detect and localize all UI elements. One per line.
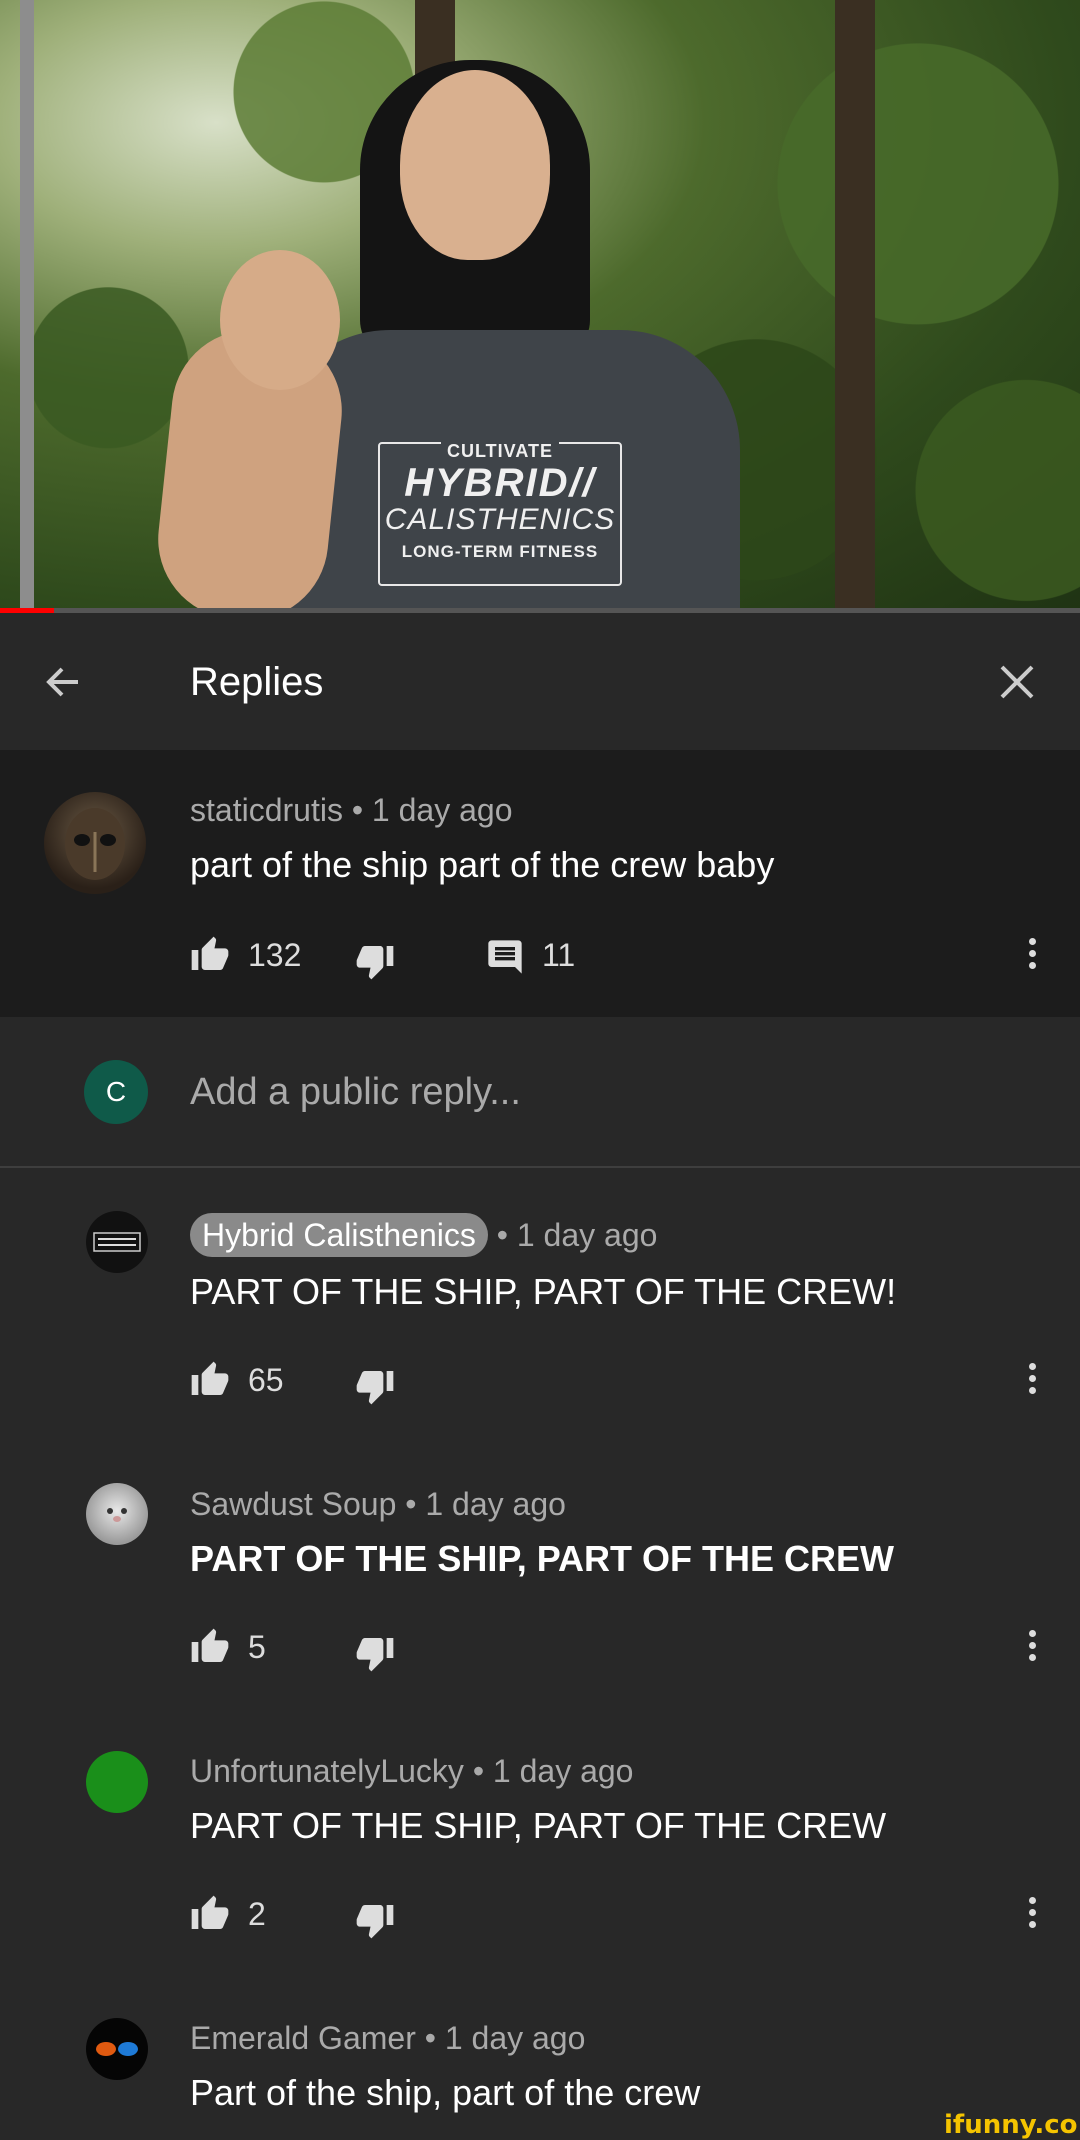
creator-badge[interactable]: Hybrid Calisthenics bbox=[190, 1213, 488, 1257]
thumbs-up-icon bbox=[191, 1628, 229, 1662]
close-icon bbox=[1000, 665, 1034, 699]
avatar[interactable] bbox=[44, 792, 146, 894]
thumbs-down-icon bbox=[356, 1638, 394, 1672]
like-count: 65 bbox=[248, 1362, 284, 1398]
dot bbox=[1028, 950, 1036, 957]
dot bbox=[1028, 1363, 1036, 1370]
thumbs-up-icon bbox=[191, 1895, 229, 1929]
thumbs-up-icon bbox=[191, 1361, 229, 1395]
like-button[interactable] bbox=[190, 1627, 230, 1672]
like-button[interactable] bbox=[190, 935, 230, 980]
arrow-left-icon bbox=[46, 667, 78, 697]
separator-dot: • bbox=[424, 2020, 445, 2056]
like-count: 5 bbox=[248, 1629, 266, 1665]
comment-text: part of the ship part of the crew baby bbox=[190, 844, 775, 885]
comment-text: PART OF THE SHIP, PART OF THE CREW bbox=[190, 1805, 887, 1846]
comment-text: Part of the ship, part of the crew bbox=[190, 2072, 701, 2113]
thumbs-down-icon bbox=[356, 1905, 394, 1939]
more-options-button[interactable] bbox=[1022, 1625, 1042, 1669]
thumbs-down-icon bbox=[356, 946, 394, 980]
tree-trunk bbox=[835, 0, 875, 613]
separator-dot: • bbox=[472, 1753, 493, 1789]
watermark: ifunny.co bbox=[944, 2110, 1078, 2140]
comment-meta: staticdrutis • 1 day ago bbox=[190, 790, 512, 830]
comment-author[interactable]: UnfortunatelyLucky bbox=[190, 1753, 464, 1789]
comment-time: 1 day ago bbox=[492, 1753, 634, 1789]
video-player[interactable]: CULTIVATE HYBRID// CALISTHENICS LONG-TER… bbox=[0, 0, 1080, 613]
shirt-text-line1: CULTIVATE bbox=[441, 441, 559, 462]
reply-input[interactable]: Add a public reply... bbox=[190, 1070, 521, 1114]
separator-dot: • bbox=[351, 792, 372, 828]
comment-actions: 65 bbox=[190, 1358, 590, 1405]
comment-text: PART OF THE SHIP, PART OF THE CREW bbox=[190, 1538, 895, 1579]
more-options-button[interactable] bbox=[1022, 1892, 1042, 1936]
thumbs-down-icon bbox=[356, 1371, 394, 1405]
like-count: 132 bbox=[248, 937, 302, 973]
comment-actions: 5 bbox=[190, 1625, 590, 1672]
dot bbox=[1028, 1642, 1036, 1649]
dot bbox=[1028, 938, 1036, 945]
page-title: Replies bbox=[190, 660, 324, 704]
lamp-post bbox=[20, 0, 34, 613]
comment-meta: Sawdust Soup • 1 day ago bbox=[190, 1484, 566, 1524]
add-reply-row[interactable]: C Add a public reply... bbox=[0, 1017, 1080, 1167]
avatar[interactable] bbox=[86, 1483, 148, 1545]
comment-time: 1 day ago bbox=[516, 1217, 658, 1253]
hybrid-logo-icon bbox=[93, 1232, 141, 1252]
reply-button[interactable] bbox=[485, 937, 525, 982]
comment-meta: Hybrid Calisthenics • 1 day ago bbox=[190, 1213, 657, 1257]
avatar[interactable] bbox=[86, 1751, 148, 1813]
user-avatar: C bbox=[84, 1060, 148, 1124]
divider bbox=[0, 1166, 1080, 1168]
shirt-logo: CULTIVATE HYBRID// CALISTHENICS LONG-TER… bbox=[378, 441, 622, 586]
comment-meta: Emerald Gamer • 1 day ago bbox=[190, 2018, 585, 2058]
comment-time: 1 day ago bbox=[425, 1486, 566, 1522]
comment-meta: UnfortunatelyLucky • 1 day ago bbox=[190, 1751, 633, 1791]
close-button[interactable] bbox=[992, 657, 1042, 707]
dot bbox=[1028, 1654, 1036, 1661]
dot bbox=[1028, 962, 1036, 969]
avatar[interactable] bbox=[86, 2018, 148, 2080]
separator-dot: • bbox=[405, 1486, 426, 1522]
like-button[interactable] bbox=[190, 1360, 230, 1405]
comment-time: 1 day ago bbox=[444, 2020, 586, 2056]
dislike-button[interactable] bbox=[355, 1633, 395, 1678]
shirt-text-line2: HYBRID// bbox=[404, 461, 596, 505]
person-hand bbox=[220, 250, 340, 390]
shirt-text-line4: LONG-TERM FITNESS bbox=[401, 542, 599, 561]
comment-time: 1 day ago bbox=[371, 792, 513, 828]
separator-dot: • bbox=[496, 1217, 517, 1253]
comment-actions: 2 bbox=[190, 1892, 590, 1939]
dot bbox=[1028, 1909, 1036, 1916]
more-options-button[interactable] bbox=[1022, 933, 1042, 977]
dislike-button[interactable] bbox=[355, 941, 395, 986]
dislike-button[interactable] bbox=[355, 1366, 395, 1411]
comment-actions: 132 11 bbox=[190, 933, 990, 980]
like-count: 2 bbox=[248, 1896, 266, 1932]
replies-header: Replies bbox=[0, 613, 1080, 750]
more-options-button[interactable] bbox=[1022, 1358, 1042, 1402]
flames-icon bbox=[96, 2042, 138, 2056]
avatar[interactable] bbox=[86, 1211, 148, 1273]
dot bbox=[1028, 1375, 1036, 1382]
like-button[interactable] bbox=[190, 1894, 230, 1939]
dot bbox=[1028, 1897, 1036, 1904]
shirt-text-line3: CALISTHENICS bbox=[384, 503, 616, 536]
person-head bbox=[400, 70, 550, 260]
dot bbox=[1028, 1630, 1036, 1637]
comment-author[interactable]: staticdrutis bbox=[190, 792, 343, 828]
comment-text: PART OF THE SHIP, PART OF THE CREW! bbox=[190, 1271, 897, 1312]
reply-count: 11 bbox=[542, 937, 576, 973]
cat-photo-icon bbox=[107, 1508, 127, 1522]
thumbs-up-icon bbox=[191, 936, 229, 970]
back-button[interactable] bbox=[38, 657, 88, 707]
dot bbox=[1028, 1387, 1036, 1394]
comment-author[interactable]: Emerald Gamer bbox=[190, 2020, 416, 2056]
dot bbox=[1028, 1921, 1036, 1928]
dislike-button[interactable] bbox=[355, 1900, 395, 1945]
comment-author[interactable]: Sawdust Soup bbox=[190, 1486, 396, 1522]
parent-comment: staticdrutis • 1 day ago part of the shi… bbox=[0, 750, 1080, 1017]
comment-icon bbox=[488, 940, 522, 974]
mask-avatar-icon bbox=[65, 808, 125, 880]
